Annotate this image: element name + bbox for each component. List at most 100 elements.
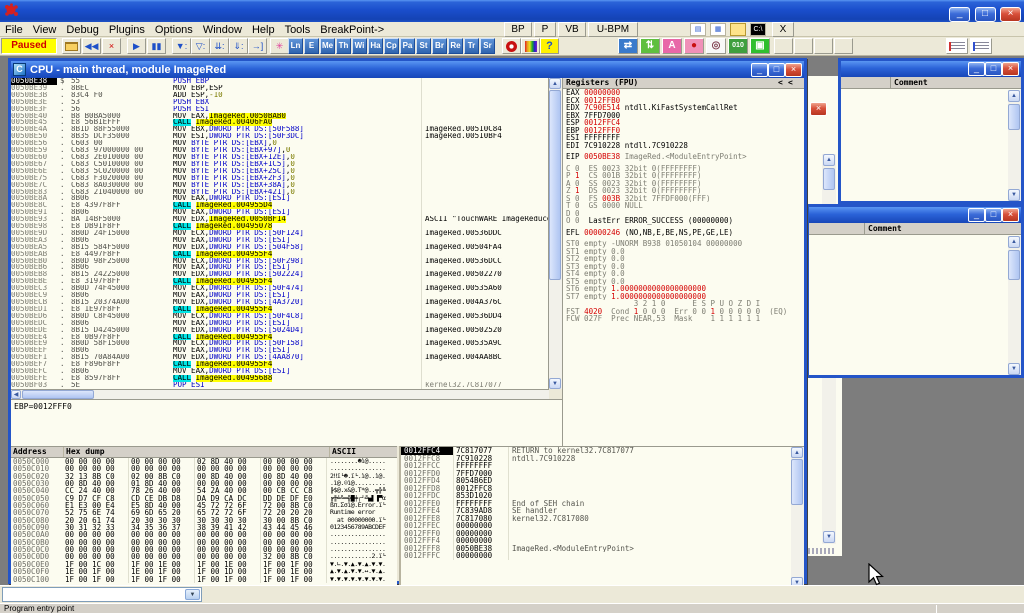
disasm-row[interactable]: 0050BECB.8B15 20374A00MOV EDX,DWORD PTR … — [11, 299, 548, 306]
stack-row[interactable]: 0012FFF000000000 — [401, 530, 804, 538]
disasm-row[interactable]: 0050BEA5.8B15 584F5000MOV EDX,DWORD PTR … — [11, 244, 548, 251]
stack-row[interactable]: 0012FFD07FFD7000 — [401, 470, 804, 478]
disasm-row[interactable]: 0050BE39.8BECMOV EBP,ESP — [11, 85, 548, 92]
disasm-row[interactable]: 0050BE98.E8 DB91F8FFCALL ImageRed.004950… — [11, 223, 548, 230]
register-line[interactable]: P 1 CS 001B 32bit 0(FFFFFFFF) — [563, 172, 804, 180]
register-line[interactable]: EDX 7C90E514 ntdll.KiFastSystemCallRet — [563, 104, 804, 112]
disasm-row[interactable]: 0050BE75.C683 F3020000 00MOV BYTE PTR DS… — [11, 175, 548, 182]
menu-close-button[interactable]: X — [772, 22, 794, 37]
disasm-row[interactable]: 0050BE3B.83C4 F0ADD ESP,-10 — [11, 92, 548, 99]
register-line[interactable]: ST2 empty 0.0 — [563, 255, 804, 263]
ascii-table-button[interactable]: A — [662, 38, 682, 54]
register-line[interactable]: 3 2 1 0 E S P U O Z D I — [563, 300, 804, 308]
step-over-button[interactable]: ▽: — [191, 38, 210, 54]
book-icon[interactable]: ▦ — [710, 23, 726, 36]
disasm-row[interactable]: 0050BEFE.E8 8597F8FFCALL ImageRed.004956… — [11, 375, 548, 382]
dump-row[interactable]: 0050C07052 75 6E 7469 6D 65 2065 72 72 6… — [11, 509, 397, 516]
dump-row[interactable]: 0050C00000 00 00 0000 00 00 0002 8D 40 0… — [11, 458, 397, 465]
dump-row[interactable]: 0050C03000 8D 40 0001 8D 40 0000 00 00 0… — [11, 480, 397, 487]
step-into-button[interactable]: ▼: — [172, 38, 191, 54]
disasm-row[interactable]: 0050BEF1.8B15 70A84A00MOV EDX,DWORD PTR … — [11, 354, 548, 361]
menu-window[interactable]: Window — [198, 24, 247, 36]
strip-close-button[interactable]: × — [810, 102, 827, 116]
cpu-titlebar[interactable]: C CPU - main thread, module ImageRed _ □… — [11, 61, 804, 78]
minimize-button[interactable]: _ — [949, 7, 970, 22]
register-line[interactable]: ST6 empty 1.0000000000000000000 — [563, 285, 804, 293]
scroll-down-icon[interactable]: ▼ — [549, 378, 561, 389]
disasm-row[interactable]: 0050BEDE.8B15 D4245000MOV EDX,DWORD PTR … — [11, 327, 548, 334]
disasm-row[interactable]: 0050BEB0.8B0D 98F25000MOV ECX,DWORD PTR … — [11, 258, 548, 265]
disasm-row[interactable]: 0050BEB6.8B06MOV EAX,DWORD PTR DS:[ESI] — [11, 264, 548, 271]
updown-button[interactable]: ⇅ — [640, 38, 660, 54]
disasm-row[interactable]: 0050BED6.8B0D C8F45000MOV ECX,DWORD PTR … — [11, 313, 548, 320]
info-pane[interactable]: EBP=0012FFF0 — [11, 399, 562, 446]
menu-tools[interactable]: Tools — [280, 24, 316, 36]
run-to-return-button[interactable]: →] — [248, 38, 267, 54]
dump-row[interactable]: 0050C09030 31 32 3334 35 36 3738 39 41 4… — [11, 524, 397, 531]
menu-breakpoint[interactable]: BreakPoint-> — [315, 24, 389, 36]
dump-row[interactable]: 0050C0D000 00 00 0000 00 00 0000 00 00 0… — [11, 553, 397, 560]
blank-button[interactable] — [834, 38, 853, 54]
open-button[interactable] — [62, 38, 81, 54]
disasm-row[interactable]: 0050BE38$55PUSH EBP — [11, 78, 548, 85]
dump-row[interactable]: 0050C0E01F 00 1C 001F 00 1E 001F 00 1E 0… — [11, 561, 397, 568]
bp-button[interactable]: BP — [504, 22, 532, 37]
stack-pane[interactable]: 0012FFC47C817077RETURN to kernel32.7C817… — [399, 446, 804, 585]
disasm-row[interactable]: 0050BEEF.8B06MOV EAX,DWORD PTR DS:[ESI] — [11, 347, 548, 354]
colors-button[interactable] — [521, 38, 540, 54]
disasm-row[interactable]: 0050BE4A.8B1D 88F55000MOV EBX,DWORD PTR … — [11, 126, 548, 133]
scroll-down-icon[interactable]: ▼ — [1008, 189, 1020, 201]
pane-button-pa[interactable]: Pa — [400, 38, 415, 54]
pane-button-e[interactable]: E — [304, 38, 319, 54]
window-button[interactable]: ▣ — [750, 38, 770, 54]
pane-button-st[interactable]: St — [416, 38, 431, 54]
menu-debug[interactable]: Debug — [61, 24, 103, 36]
pane-button-th[interactable]: Th — [336, 38, 351, 54]
scroll-down-icon[interactable]: ▼ — [1008, 363, 1020, 375]
close-button[interactable]: × — [1000, 7, 1021, 22]
register-line[interactable]: EIP 0050BE38 ImageRed.<ModuleEntryPoint> — [563, 153, 804, 161]
disasm-row[interactable]: 0050BEDC.8B06MOV EAX,DWORD PTR DS:[ESI] — [11, 320, 548, 327]
disasm-row[interactable]: 0050BEF7.E8 F896F8FFCALL ImageRed.004955… — [11, 361, 548, 368]
spiral-button[interactable]: ◎ — [706, 38, 726, 54]
pane-button-me[interactable]: Me — [320, 38, 335, 54]
animate-over-button[interactable]: ⇓: — [229, 38, 248, 54]
disasm-row[interactable]: 0050BE91.8B06MOV EAX,DWORD PTR DS:[ESI] — [11, 209, 548, 216]
disasm-row[interactable]: 0050BE59.C683 97000000 00MOV BYTE PTR DS… — [11, 147, 548, 154]
pane-button-wi[interactable]: Wi — [352, 38, 367, 54]
combobox-dropdown-icon[interactable]: ▼ — [185, 589, 200, 600]
disasm-row[interactable]: 0050BE56.C603 00MOV BYTE PTR DS:[EBX],0 — [11, 140, 548, 147]
disasm-row[interactable]: 0050BEAB.E8 4497F8FFCALL ImageRed.004955… — [11, 251, 548, 258]
register-line[interactable]: A 0 SS 0023 32bit 0(FFFFFFFF) — [563, 180, 804, 188]
animate-into-button[interactable]: ⇊: — [210, 38, 229, 54]
blank-button[interactable] — [814, 38, 833, 54]
disasm-row[interactable]: 0050BE3E.53PUSH EBX — [11, 99, 548, 106]
register-line[interactable]: EAX 00000000 — [563, 89, 804, 97]
close-icon[interactable]: × — [1002, 208, 1019, 222]
disasm-row[interactable]: 0050BEBE.E8 3197F8FFCALL ImageRed.004955… — [11, 278, 548, 285]
folder-icon[interactable] — [730, 23, 746, 36]
stack-row[interactable]: 0012FFE0FFFFFFFFEnd of SEH chain — [401, 500, 804, 508]
close-program-button[interactable]: × — [102, 38, 121, 54]
registers-pane[interactable]: Registers (FPU) < < EAX 00000000ECX 0012… — [562, 78, 804, 446]
register-line[interactable]: C 0 ES 0023 32bit 0(FFFFFFFF) — [563, 165, 804, 173]
register-line[interactable]: S 0 FS 003B 32bit 7FFDF000(FFF) — [563, 195, 804, 203]
console-icon[interactable]: C:\ — [750, 23, 766, 36]
disasm-row[interactable]: 0050BE83.C683 21040000 00MOV BYTE PTR DS… — [11, 189, 548, 196]
scrollbar[interactable]: ▲ ▼ — [1008, 90, 1021, 201]
command-combobox[interactable]: ▼ — [2, 587, 202, 602]
register-line[interactable]: EBP 0012FFF0 — [563, 127, 804, 135]
cpu-close-button[interactable]: × — [785, 63, 802, 77]
register-line[interactable]: ESI FFFFFFFF — [563, 134, 804, 142]
register-line[interactable]: FCW 027F Prec NEAR,53 Mask 1 1 1 1 1 1 — [563, 315, 804, 323]
pause-button[interactable]: ▮▮ — [147, 38, 166, 54]
ubpm-button[interactable]: U-BPM — [588, 22, 638, 37]
register-line[interactable]: EDI 7C910228 ntdll.7C910228 — [563, 142, 804, 150]
dump-row[interactable]: 0050C040CC 24 40 0078 26 40 0054 2A 40 0… — [11, 487, 397, 494]
run-button[interactable]: ▶ — [127, 38, 146, 54]
register-line[interactable]: ST3 empty 0.0 — [563, 263, 804, 271]
registers-prev-icon[interactable]: < — [778, 78, 788, 88]
dump-row[interactable]: 0050C02032 13 8B C002 00 8B C000 8D 40 0… — [11, 473, 397, 480]
scroll-up-icon[interactable]: ▲ — [791, 447, 803, 458]
register-line[interactable]: Z 1 DS 0023 32bit 0(FFFFFFFF) — [563, 187, 804, 195]
